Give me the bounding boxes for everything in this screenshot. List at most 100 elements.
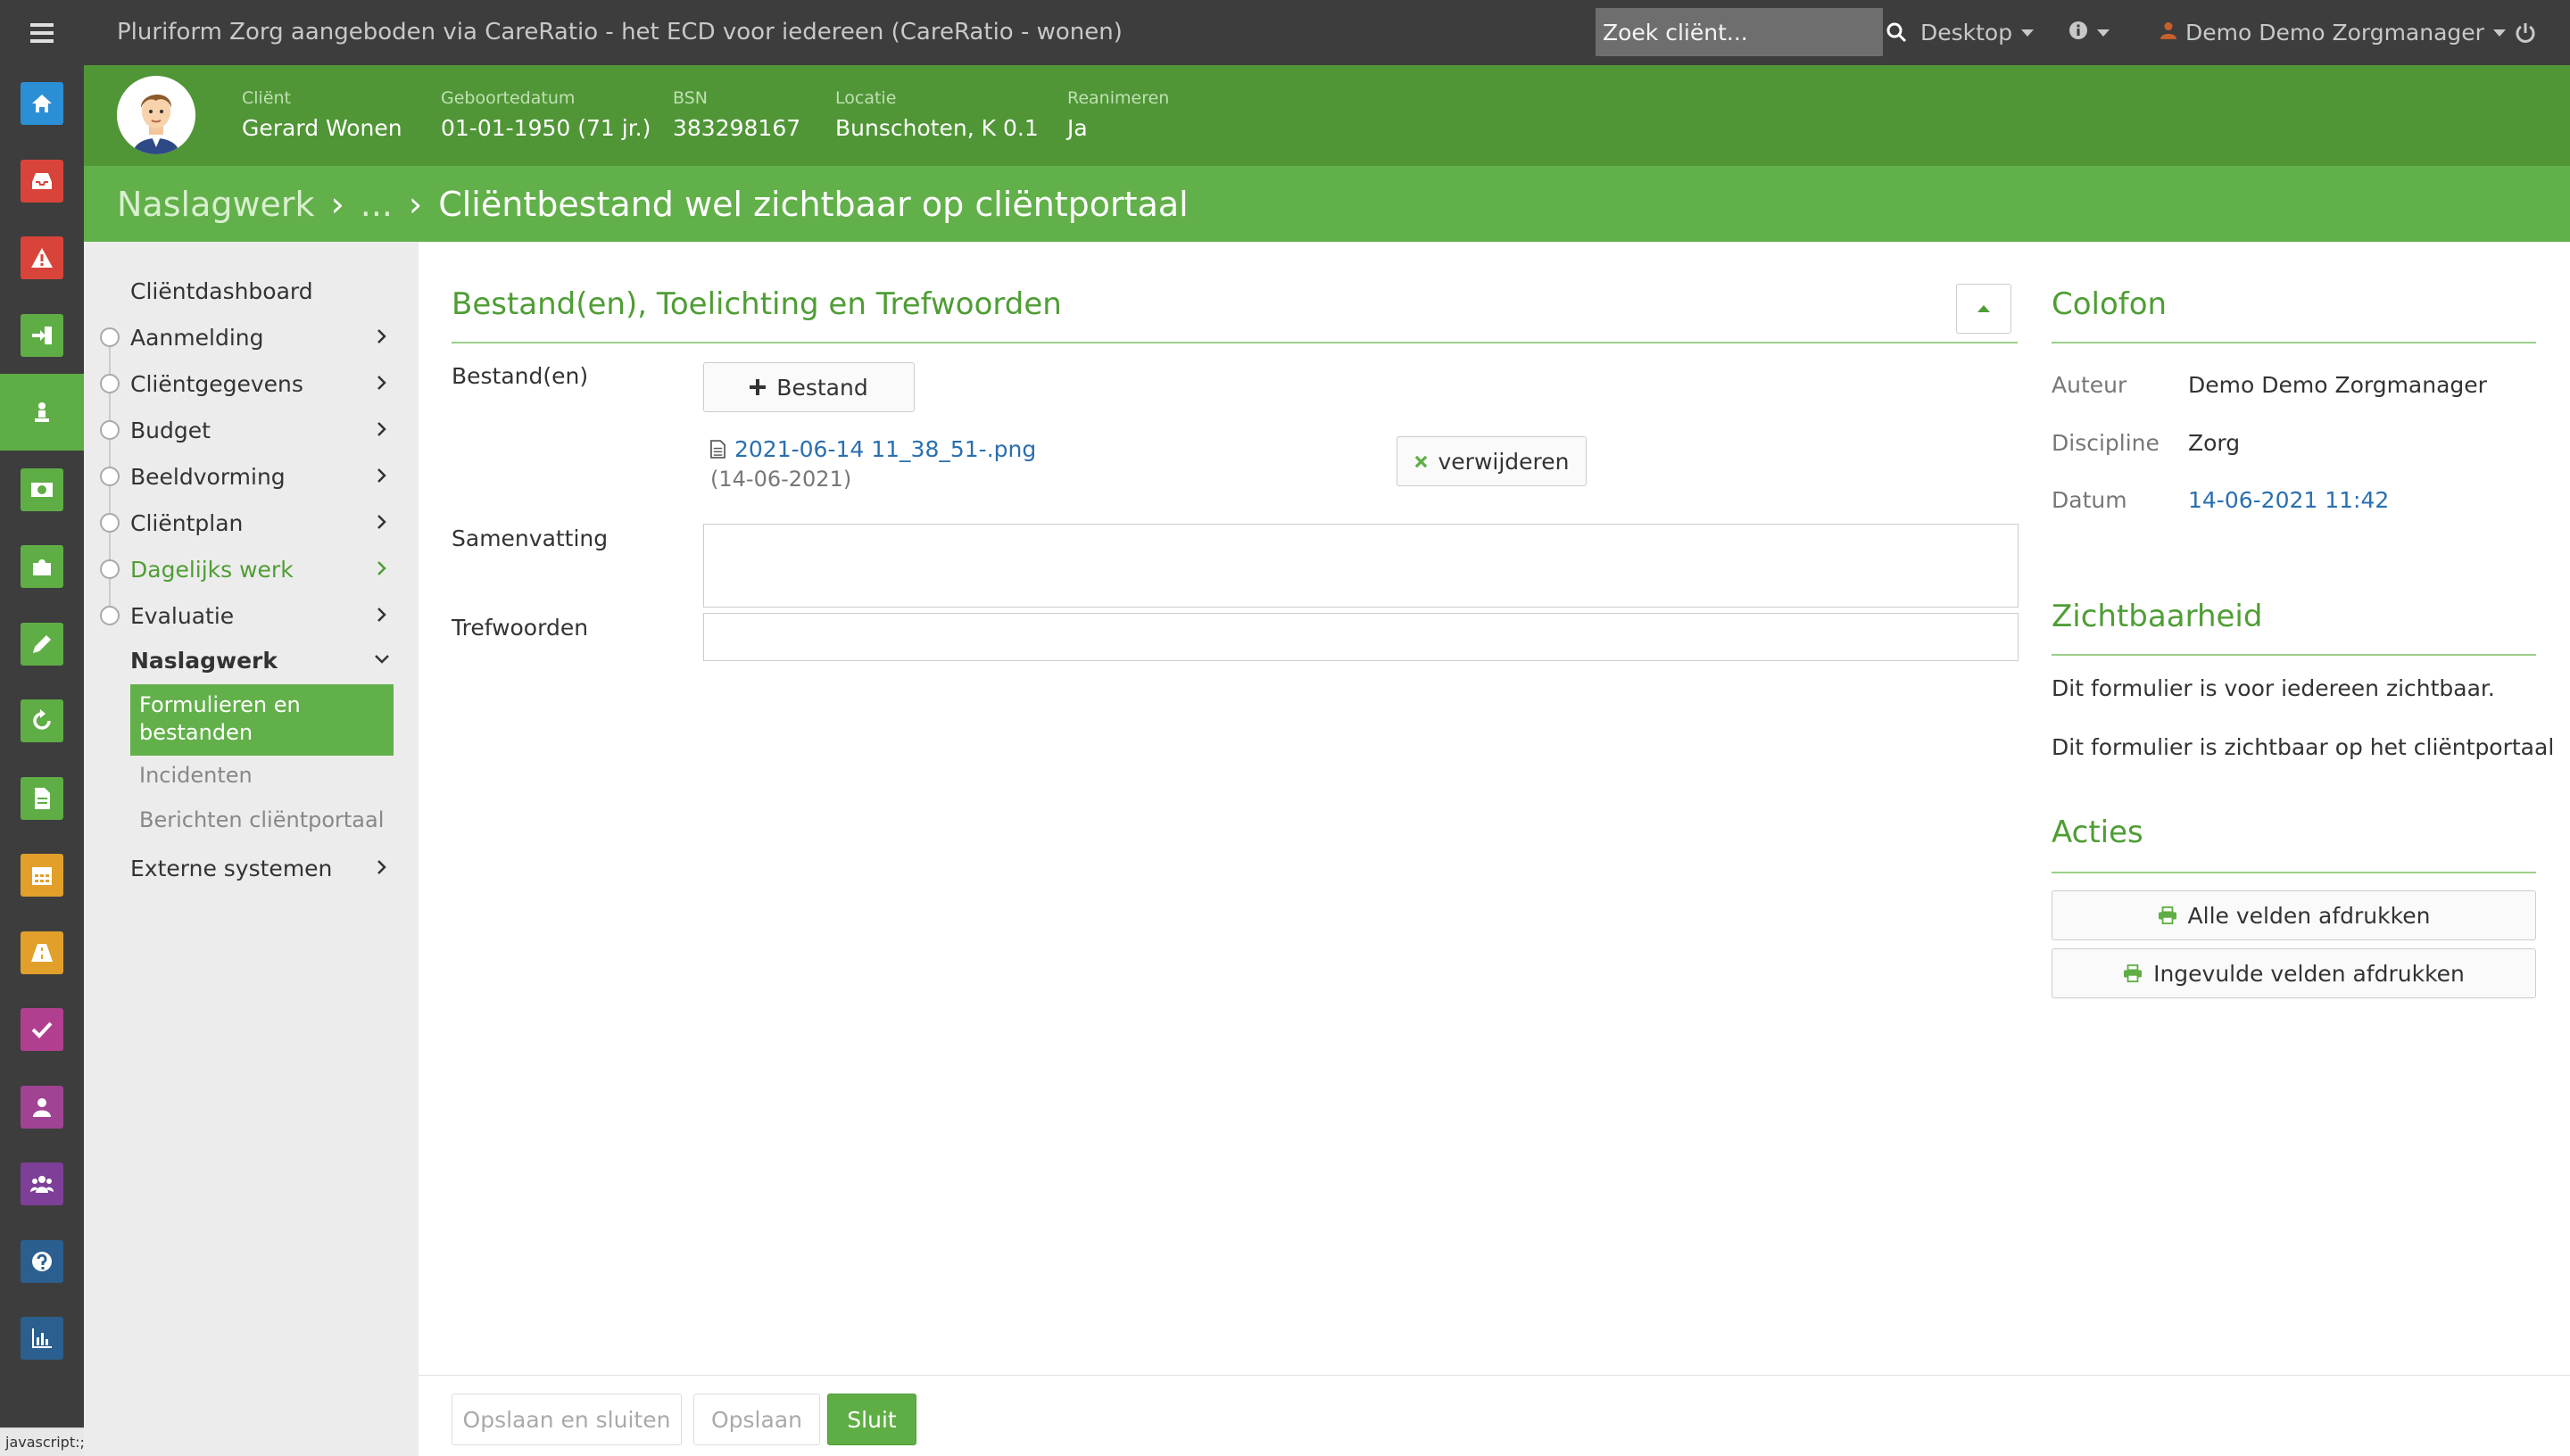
- nav-item-label: Budget: [130, 417, 211, 443]
- step-circle-icon: [100, 467, 120, 486]
- date-value-link[interactable]: 14-06-2021 11:42: [2188, 487, 2389, 513]
- form-footer: Opslaan en sluiten Opslaan Sluit: [419, 1375, 2570, 1456]
- road-icon: [21, 931, 63, 974]
- desktop-menu[interactable]: Desktop: [1920, 0, 2035, 65]
- print-all-fields-button[interactable]: Alle velden afdrukken: [2052, 890, 2536, 940]
- summary-label: Samenvatting: [452, 525, 609, 551]
- nav-item-step[interactable]: Evaluatie: [84, 593, 419, 638]
- keywords-input[interactable]: [703, 613, 2019, 661]
- remove-file-button[interactable]: verwijderen: [1397, 436, 1587, 486]
- breadcrumb-ellipsis[interactable]: ...: [361, 185, 393, 224]
- client-nav: Cliëntdashboard Aanmelding Cliëntgegevens…: [84, 242, 419, 1456]
- nav-item-label: Naslagwerk: [130, 647, 278, 674]
- form-section-title: Bestand(en), Toelichting en Trefwoorden: [452, 286, 1062, 322]
- author-value: Demo Demo Zorgmanager: [2188, 372, 2487, 398]
- add-file-button[interactable]: Bestand: [703, 362, 915, 412]
- rail-item-home[interactable]: [0, 65, 84, 142]
- client-header: Cliënt Gerard Wonen Geboortedatum 01-01-…: [84, 65, 2570, 166]
- print-filled-fields-button[interactable]: Ingevulde velden afdrukken: [2052, 948, 2536, 998]
- step-circle-icon: [100, 374, 120, 393]
- nav-item-step[interactable]: Cliëntgegevens: [84, 361, 419, 406]
- chevron-right-icon: [377, 561, 386, 575]
- section-divider: [2052, 872, 2536, 873]
- visibility-text-portal: Dit formulier is zichtbaar op het cliënt…: [2052, 734, 2555, 760]
- location-label: Locatie: [835, 88, 897, 108]
- bsn-value: 383298167: [673, 115, 801, 141]
- nav-item-forms-and-files[interactable]: Formulieren en bestanden: [130, 684, 394, 756]
- rail-item-pencil[interactable]: [0, 606, 84, 682]
- rail-item-road[interactable]: [0, 914, 84, 991]
- actions-title: Acties: [2052, 815, 2143, 850]
- chevron-right-icon: [377, 608, 386, 622]
- nav-item-step[interactable]: Budget: [84, 408, 419, 452]
- puzzle-icon: [21, 545, 63, 588]
- rail-item-warning[interactable]: [0, 219, 84, 296]
- breadcrumb-root[interactable]: Naslagwerk: [117, 185, 315, 224]
- section-divider: [452, 342, 2018, 343]
- nav-item-naslagwerk[interactable]: Naslagwerk: [84, 638, 419, 682]
- chevron-down-icon: [2492, 29, 2506, 37]
- resuscitate-label: Reanimeren: [1067, 88, 1170, 108]
- keywords-label: Trefwoorden: [452, 615, 589, 641]
- menu-icon[interactable]: [0, 0, 84, 65]
- print-filled-fields-label: Ingevulde velden afdrukken: [2153, 960, 2465, 987]
- chevron-down-icon: [2097, 29, 2110, 37]
- nav-item-external-systems[interactable]: Externe systemen: [84, 846, 419, 890]
- status-bar-text: javascript:;: [0, 1427, 84, 1456]
- nav-item-step[interactable]: Dagelijks werk: [84, 547, 419, 592]
- user-menu[interactable]: Demo Demo Zorgmanager: [2160, 0, 2506, 65]
- files-label: Bestand(en): [452, 363, 589, 389]
- rail-item-user[interactable]: [0, 1069, 84, 1146]
- search-icon[interactable]: [1886, 8, 1907, 56]
- app-title: Pluriform Zorg aangeboden via CareRatio …: [117, 19, 1123, 46]
- nav-item-portal-messages[interactable]: Berichten cliëntportaal: [139, 807, 384, 832]
- client-name-field: Cliënt Gerard Wonen: [242, 88, 402, 141]
- save-button[interactable]: Opslaan: [693, 1394, 820, 1445]
- rail-item-inbox[interactable]: [0, 143, 84, 219]
- rail-item-puzzle[interactable]: [0, 528, 84, 605]
- rail-item-login[interactable]: [0, 297, 84, 374]
- rail-item-refresh[interactable]: [0, 682, 84, 759]
- file-name: 2021-06-14 11_38_51-.png: [734, 436, 1037, 462]
- module-rail: javascript:;: [0, 65, 84, 1456]
- rail-item-calendar[interactable]: [0, 837, 84, 914]
- group-icon: [21, 1162, 63, 1205]
- save-and-close-button[interactable]: Opslaan en sluiten: [452, 1394, 682, 1445]
- close-button[interactable]: Sluit: [827, 1394, 916, 1445]
- visibility-title: Zichtbaarheid: [2052, 599, 2263, 634]
- power-icon[interactable]: [2515, 0, 2536, 65]
- rail-item-client[interactable]: [0, 374, 84, 451]
- warning-icon: [21, 236, 63, 279]
- nav-item-step[interactable]: Aanmelding: [84, 315, 419, 360]
- location-value: Bunschoten, K 0.1: [835, 115, 1039, 141]
- money-icon: [21, 467, 63, 511]
- dob-label: Geboortedatum: [441, 88, 576, 108]
- calendar-icon: [21, 854, 63, 897]
- pencil-icon: [21, 622, 63, 666]
- rail-item-check[interactable]: [0, 991, 84, 1068]
- rail-item-chart[interactable]: [0, 1300, 84, 1377]
- file-link[interactable]: 2021-06-14 11_38_51-.png: [710, 436, 1036, 462]
- rail-item-group[interactable]: [0, 1146, 84, 1222]
- resuscitate-field: Reanimeren Ja: [1067, 88, 1169, 141]
- rail-item-document[interactable]: [0, 760, 84, 837]
- collapse-section-button[interactable]: [1956, 284, 2011, 334]
- info-icon: [2068, 0, 2088, 65]
- nav-item-step[interactable]: Beeldvorming: [84, 454, 419, 499]
- summary-textarea[interactable]: [703, 524, 2019, 608]
- inbox-icon: [21, 159, 63, 203]
- step-circle-icon: [100, 606, 120, 625]
- rail-item-money[interactable]: [0, 451, 84, 528]
- rail-item-help[interactable]: [0, 1223, 84, 1300]
- client-search-input[interactable]: [1596, 8, 1886, 56]
- check-icon: [21, 1008, 63, 1051]
- nav-item-step[interactable]: Cliëntplan: [84, 500, 419, 545]
- nav-item-dashboard[interactable]: Cliëntdashboard: [84, 269, 419, 313]
- file-date: (14-06-2021): [710, 467, 852, 492]
- nav-item-incidents[interactable]: Incidenten: [139, 763, 253, 788]
- plus-icon: [750, 379, 767, 395]
- help-icon: [21, 1239, 63, 1283]
- info-menu[interactable]: [2068, 0, 2110, 65]
- user-icon: [21, 1085, 63, 1129]
- top-bar: Pluriform Zorg aangeboden via CareRatio …: [0, 0, 2570, 65]
